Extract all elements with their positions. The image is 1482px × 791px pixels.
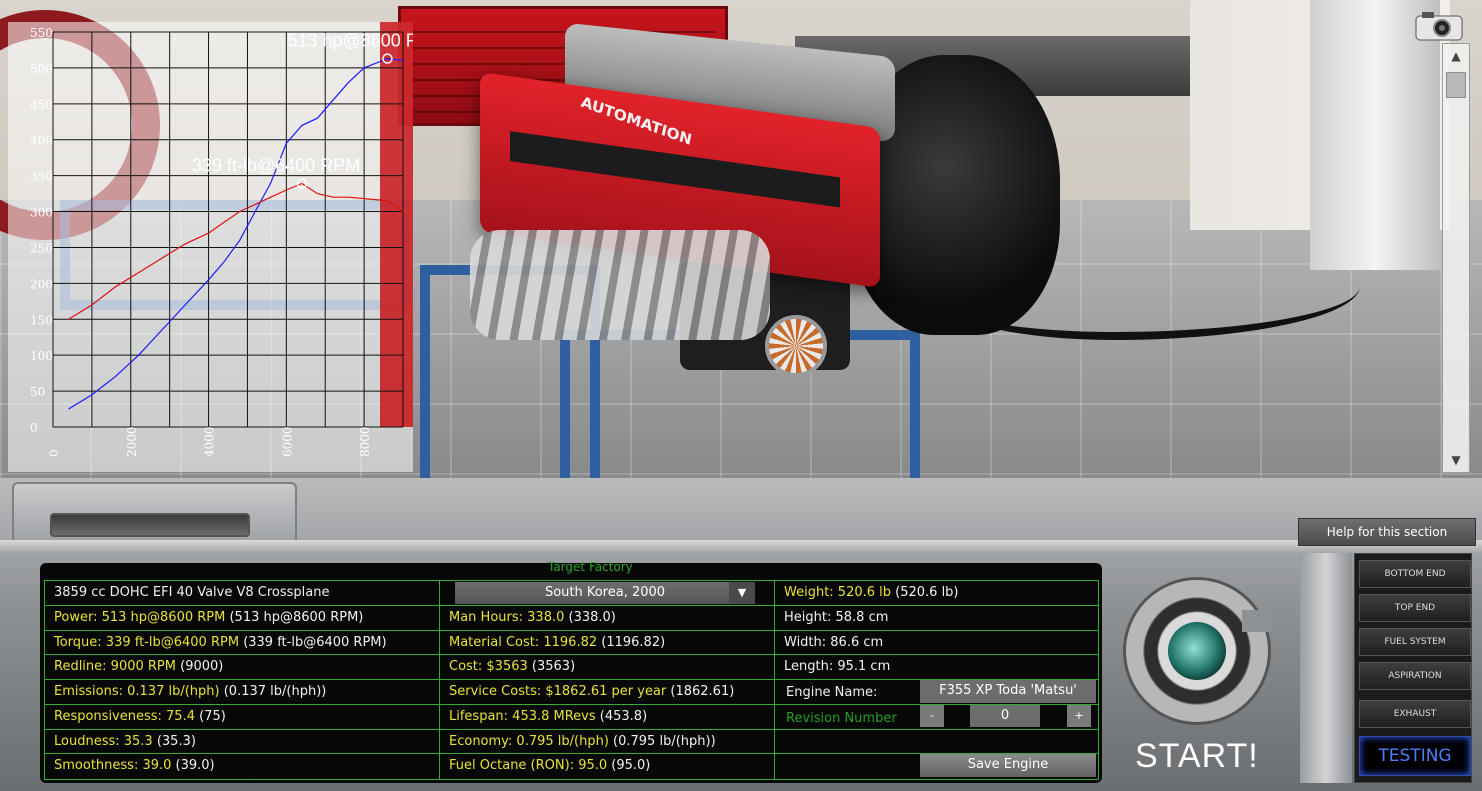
target-factory-label: Target Factory <box>548 560 633 574</box>
stat-emissions: Emissions: 0.137 lb/(hph) (0.137 lb/(hph… <box>45 680 439 705</box>
metal-strip <box>1300 553 1352 783</box>
stat-lifespan: Lifespan: 453.8 MRevs (453.8) <box>440 705 774 730</box>
nav-exhaust[interactable]: EXHAUST <box>1359 700 1471 728</box>
scroll-down-icon[interactable]: ▼ <box>1443 448 1469 472</box>
revision-number-label: Revision Number <box>786 711 897 726</box>
stat-length: Length: 95.1 cm <box>775 655 1098 680</box>
frame-bar <box>0 540 1482 554</box>
y-tick-label: 550 <box>30 26 53 40</box>
empty-row <box>775 730 1098 755</box>
stat-man-hours: Man Hours: 338.0 (338.0) <box>440 606 774 631</box>
y-tick-label: 150 <box>30 313 53 327</box>
nav-top-end[interactable]: TOP END <box>1359 594 1471 622</box>
engine-name-label: Engine Name: <box>786 685 878 700</box>
y-tick-label: 250 <box>30 241 53 255</box>
start-button[interactable] <box>1123 577 1272 725</box>
revision-number-field[interactable]: 0 <box>970 705 1040 727</box>
peak-torque-label: 339 ft-lb@6400 RPM <box>192 156 360 176</box>
stat-fuel-octane: Fuel Octane (RON): 95.0 (95.0) <box>449 758 651 774</box>
peak-power-label: 513 hp@8600 RPM <box>287 31 413 51</box>
revision-decrement-button[interactable]: - <box>920 705 944 727</box>
y-tick-label: 50 <box>30 385 45 399</box>
factory-row: South Korea, 2000 ▼ <box>440 581 774 606</box>
y-tick-label: 200 <box>30 277 53 291</box>
revision-increment-button[interactable]: + <box>1067 705 1091 727</box>
stats-column-performance: 3859 cc DOHC EFI 40 Valve V8 Crossplane … <box>45 581 440 779</box>
y-tick-label: 450 <box>30 98 53 112</box>
viewport-scrollbar[interactable]: ▲ ▼ <box>1442 43 1470 473</box>
dyno-chart-svg: 0 50 100 150 200 250 300 350 400 450 500 550 0 2000 40… <box>8 22 413 472</box>
x-tick-label: 6000 <box>280 426 294 457</box>
stat-height: Height: 58.8 cm <box>775 606 1098 631</box>
section-nav: BOTTOM END TOP END FUEL SYSTEM ASPIRATIO… <box>1354 553 1472 783</box>
stat-responsiveness: Responsiveness: 75.4 (75) <box>45 705 439 730</box>
y-tick-label: 0 <box>30 421 38 435</box>
target-factory-dropdown[interactable]: South Korea, 2000 ▼ <box>455 582 755 604</box>
stat-smoothness: Smoothness: 39.0 (39.0) <box>54 758 215 774</box>
engine-description: 3859 cc DOHC EFI 40 Valve V8 Crossplane <box>45 581 439 606</box>
x-tick-label: 4000 <box>203 426 217 457</box>
stats-column-cost: South Korea, 2000 ▼ Man Hours: 338.0 (33… <box>440 581 775 779</box>
stat-power: Power: 513 hp@8600 RPM (513 hp@8600 RPM) <box>45 606 439 631</box>
nav-testing[interactable]: TESTING <box>1359 736 1471 776</box>
stat-material-cost: Material Cost: 1196.82 (1196.82) <box>440 631 774 656</box>
save-engine-button[interactable]: Save Engine <box>920 754 1096 777</box>
stat-weight: Weight: 520.6 lb (520.6 lb) <box>775 581 1098 606</box>
engine-stats-grid: 3859 cc DOHC EFI 40 Valve V8 Crossplane … <box>44 580 1099 780</box>
factory-value: South Korea, 2000 <box>544 585 666 600</box>
screenshot-camera-icon[interactable] <box>1414 10 1464 42</box>
y-tick-label: 300 <box>30 206 53 220</box>
help-button[interactable]: Help for this section <box>1298 518 1476 546</box>
x-tick-label: 0 <box>47 449 61 457</box>
scroll-thumb[interactable] <box>1446 72 1466 98</box>
dyno-chart: 0 50 100 150 200 250 300 350 400 450 500 550 0 2000 40… <box>8 22 413 472</box>
engine-branding: AUTOMATION <box>579 92 694 149</box>
y-tick-label: 350 <box>30 170 53 184</box>
stat-redline: Redline: 9000 RPM (9000) <box>45 655 439 680</box>
y-tick-label: 500 <box>30 62 53 76</box>
stat-width: Width: 86.6 cm <box>775 631 1098 656</box>
nav-bottom-end[interactable]: BOTTOM END <box>1359 560 1471 588</box>
chevron-down-icon[interactable]: ▼ <box>729 582 755 604</box>
stat-cost: Cost: $3563 (3563) <box>440 655 774 680</box>
y-tick-label: 100 <box>30 349 53 363</box>
stat-service-costs: Service Costs: $1862.61 per year (1862.6… <box>440 680 774 705</box>
scroll-up-icon[interactable]: ▲ <box>1443 44 1469 68</box>
nav-fuel-system[interactable]: FUEL SYSTEM <box>1359 628 1471 656</box>
stat-torque: Torque: 339 ft-lb@6400 RPM (339 ft-lb@64… <box>45 631 439 656</box>
stat-economy: Economy: 0.795 lb/(hph) (0.795 lb/(hph)) <box>440 730 774 755</box>
nav-aspiration[interactable]: ASPIRATION <box>1359 662 1471 690</box>
engine-name-input[interactable]: F355 XP Toda 'Matsu' <box>920 680 1096 703</box>
x-tick-label: 8000 <box>358 426 372 457</box>
alternator-pulley <box>765 315 827 377</box>
frame-slot <box>50 513 250 537</box>
x-tick-label: 2000 <box>125 426 139 457</box>
exhaust-headers <box>470 230 770 340</box>
y-tick-label: 400 <box>30 134 53 148</box>
rpm-redline-band <box>380 22 413 427</box>
start-label[interactable]: START! <box>1135 737 1259 776</box>
stat-loudness: Loudness: 35.3 (35.3) <box>45 730 439 755</box>
start-area: START! <box>1105 565 1295 785</box>
